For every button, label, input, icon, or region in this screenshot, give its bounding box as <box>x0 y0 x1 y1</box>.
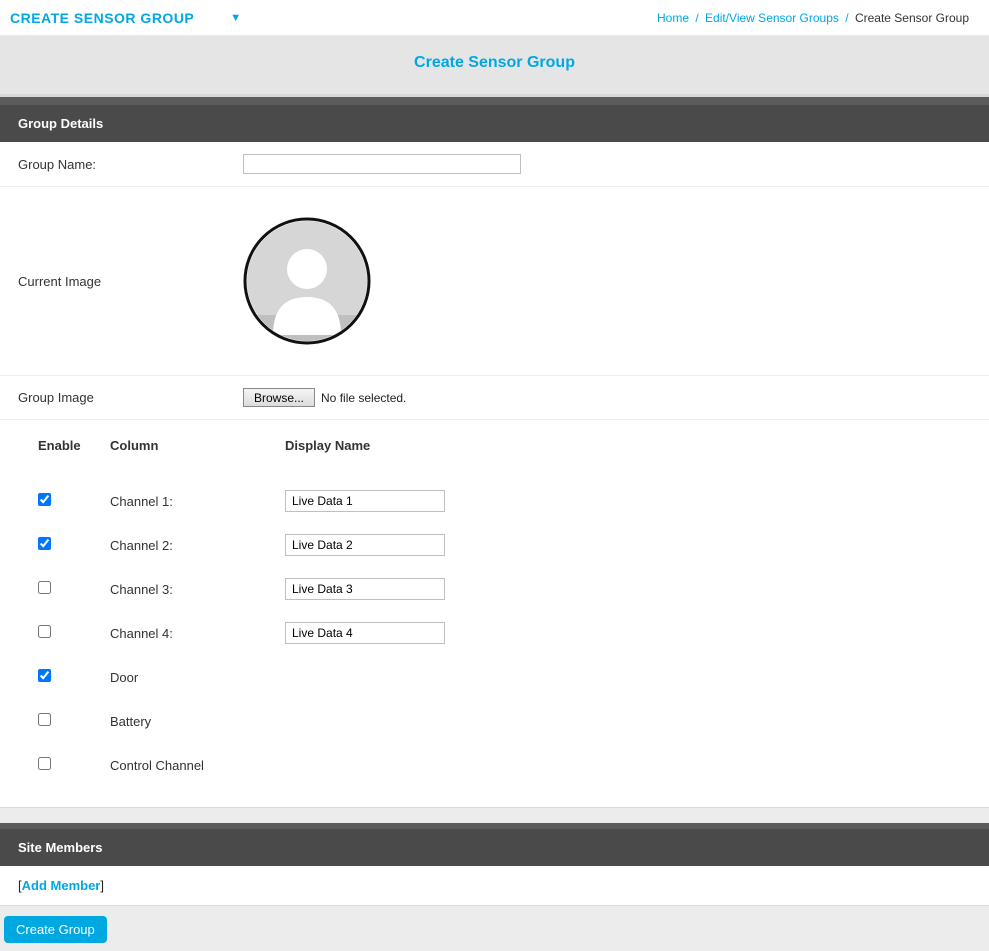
browse-button[interactable]: Browse... <box>243 388 315 407</box>
channel-label: Door <box>110 670 285 685</box>
channel-row: Control Channel <box>38 743 971 787</box>
channel-enable-checkbox[interactable] <box>38 537 51 550</box>
avatar-icon <box>243 217 371 345</box>
breadcrumb: Home / Edit/View Sensor Groups / Create … <box>657 11 969 25</box>
channel-enable-checkbox[interactable] <box>38 493 51 506</box>
add-member-row: [Add Member] <box>0 866 989 905</box>
channel-enable-checkbox[interactable] <box>38 581 51 594</box>
file-status-text: No file selected. <box>321 391 406 405</box>
add-member-link[interactable]: Add Member <box>22 878 101 893</box>
channel-row: Door <box>38 655 971 699</box>
channel-label: Battery <box>110 714 285 729</box>
footer-actions: Create Group <box>0 905 989 951</box>
channel-enable-checkbox[interactable] <box>38 625 51 638</box>
channel-enable-checkbox[interactable] <box>38 713 51 726</box>
group-details-panel: Group Name: Current Image Group Image Br… <box>0 142 989 807</box>
chevron-down-icon: ▼ <box>230 12 241 24</box>
label-group-name: Group Name: <box>18 157 243 172</box>
channel-display-input[interactable] <box>285 534 445 556</box>
channel-enable-checkbox[interactable] <box>38 669 51 682</box>
channel-row: Channel 2: <box>38 523 971 567</box>
channel-label: Channel 2: <box>110 538 285 553</box>
page-title: CREATE SENSOR GROUP <box>10 10 194 26</box>
channel-label: Control Channel <box>110 758 285 773</box>
breadcrumb-parent[interactable]: Edit/View Sensor Groups <box>705 11 839 25</box>
channel-row: Channel 4: <box>38 611 971 655</box>
channel-row: Channel 1: <box>38 479 971 523</box>
channel-display-input[interactable] <box>285 622 445 644</box>
section-header-group-details: Group Details <box>0 105 989 142</box>
row-current-image: Current Image <box>0 187 989 376</box>
col-header-column: Column <box>110 438 285 453</box>
breadcrumb-separator: / <box>695 11 698 25</box>
row-group-name: Group Name: <box>0 142 989 187</box>
page-heading-dropdown[interactable]: CREATE SENSOR GROUP ▼ <box>10 10 242 26</box>
divider <box>0 97 989 105</box>
channel-row: Battery <box>38 699 971 743</box>
row-group-image: Group Image Browse... No file selected. <box>0 376 989 420</box>
channel-display-input[interactable] <box>285 578 445 600</box>
channels-table: Enable Column Display Name Channel 1: Cha… <box>0 420 989 807</box>
label-current-image: Current Image <box>18 274 243 289</box>
group-name-input[interactable] <box>243 154 521 174</box>
col-header-enable: Enable <box>38 438 110 453</box>
label-group-image: Group Image <box>18 390 243 405</box>
channels-header: Enable Column Display Name <box>38 438 971 453</box>
channel-display-input[interactable] <box>285 490 445 512</box>
channel-row: Channel 3: <box>38 567 971 611</box>
breadcrumb-current: Create Sensor Group <box>855 11 969 25</box>
channel-enable-checkbox[interactable] <box>38 757 51 770</box>
bracket-close: ] <box>100 878 104 893</box>
hero-title: Create Sensor Group <box>0 54 989 72</box>
channel-label: Channel 4: <box>110 626 285 641</box>
avatar-placeholder <box>243 217 371 345</box>
create-group-button[interactable]: Create Group <box>4 916 107 943</box>
col-header-display: Display Name <box>285 438 971 453</box>
top-bar: CREATE SENSOR GROUP ▼ Home / Edit/View S… <box>0 0 989 36</box>
channel-label: Channel 3: <box>110 582 285 597</box>
hero-banner: Create Sensor Group <box>0 36 989 97</box>
channel-label: Channel 1: <box>110 494 285 509</box>
breadcrumb-separator: / <box>845 11 848 25</box>
breadcrumb-home[interactable]: Home <box>657 11 689 25</box>
panel-gap <box>0 807 989 823</box>
section-header-site-members: Site Members <box>0 829 989 866</box>
